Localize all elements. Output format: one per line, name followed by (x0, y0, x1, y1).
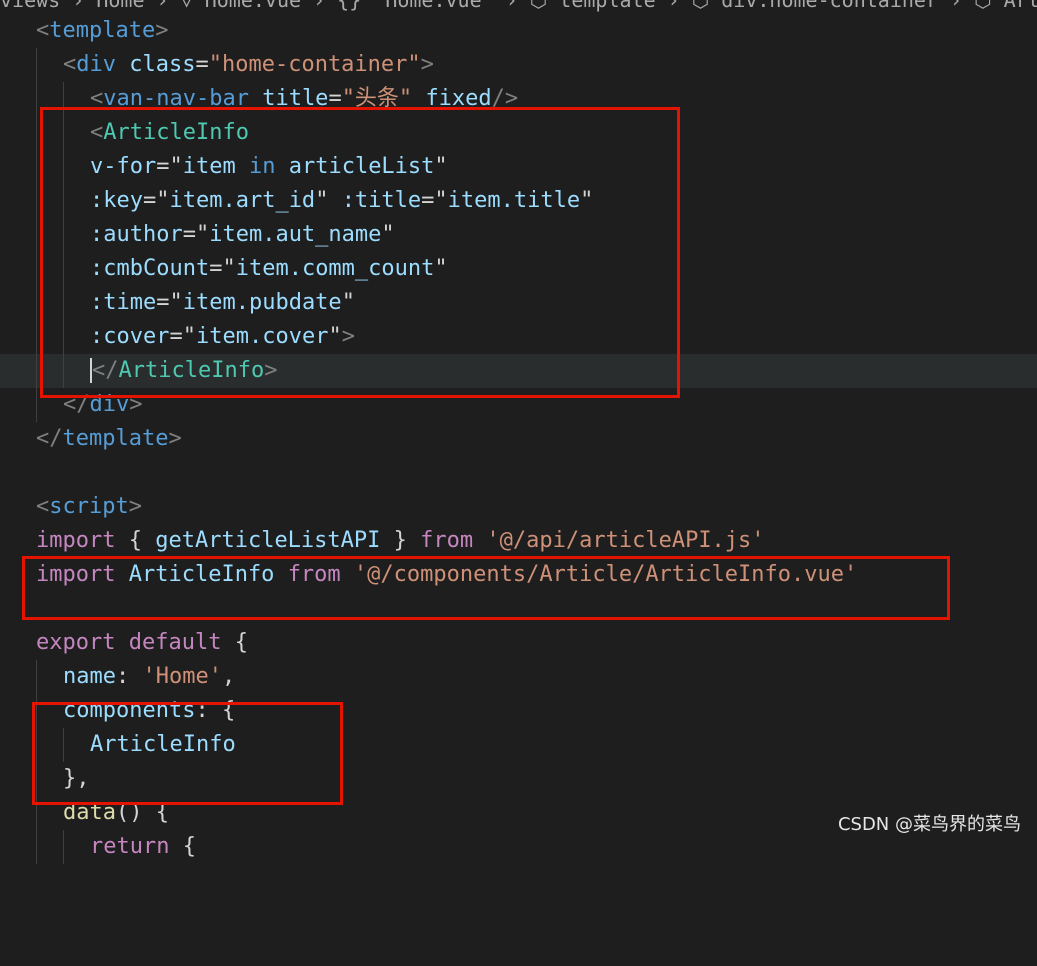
code-line: import { getArticleListAPI } from '@/api… (0, 524, 1037, 558)
code-token: { (128, 528, 142, 553)
code-token: { (182, 834, 196, 859)
code-token: template (49, 18, 156, 43)
code-token: < (36, 18, 50, 43)
code-token: > (128, 494, 142, 519)
highlight-box-import (22, 556, 950, 620)
code-token: default (128, 630, 222, 655)
code-token: name (63, 664, 116, 689)
code-line: </template> (0, 422, 1037, 456)
code-token: < (63, 52, 77, 77)
code-token: "home-container" (208, 52, 421, 77)
code-token: < (36, 494, 50, 519)
code-token: getArticleListAPI (155, 528, 381, 553)
code-token: > (420, 52, 434, 77)
highlight-box-component-usage (40, 107, 680, 398)
code-token: : (115, 664, 130, 689)
code-token: { (234, 630, 248, 655)
code-line: <template> (0, 14, 1037, 48)
code-line: name: 'Home', (0, 660, 1037, 694)
code-token: 'Home' (142, 664, 222, 689)
code-line: export default { (0, 626, 1037, 660)
code-token: = (195, 52, 209, 77)
code-token: '@/api/articleAPI.js' (486, 528, 765, 553)
highlight-box-components (32, 702, 343, 805)
watermark: CSDN @菜鸟界的菜鸟 (837, 814, 1021, 835)
breadcrumb[interactable]: views › Home › ▽ Home.vue › {} "Home.vue… (0, 0, 1037, 12)
code-token: div (76, 52, 116, 77)
code-token: } (393, 528, 407, 553)
code-line: <script> (0, 490, 1037, 524)
code-token: class (129, 52, 196, 77)
code-token: script (49, 494, 129, 519)
code-token: return (90, 834, 170, 859)
code-line: <div class="home-container"> (0, 48, 1037, 82)
code-token: , (221, 664, 236, 689)
code-token: > (168, 426, 182, 451)
code-token: > (155, 18, 169, 43)
code-token: </ (36, 426, 63, 451)
code-token: import (36, 528, 116, 553)
code-token: template (62, 426, 169, 451)
code-token: export (36, 630, 116, 655)
code-token: from (420, 528, 474, 553)
